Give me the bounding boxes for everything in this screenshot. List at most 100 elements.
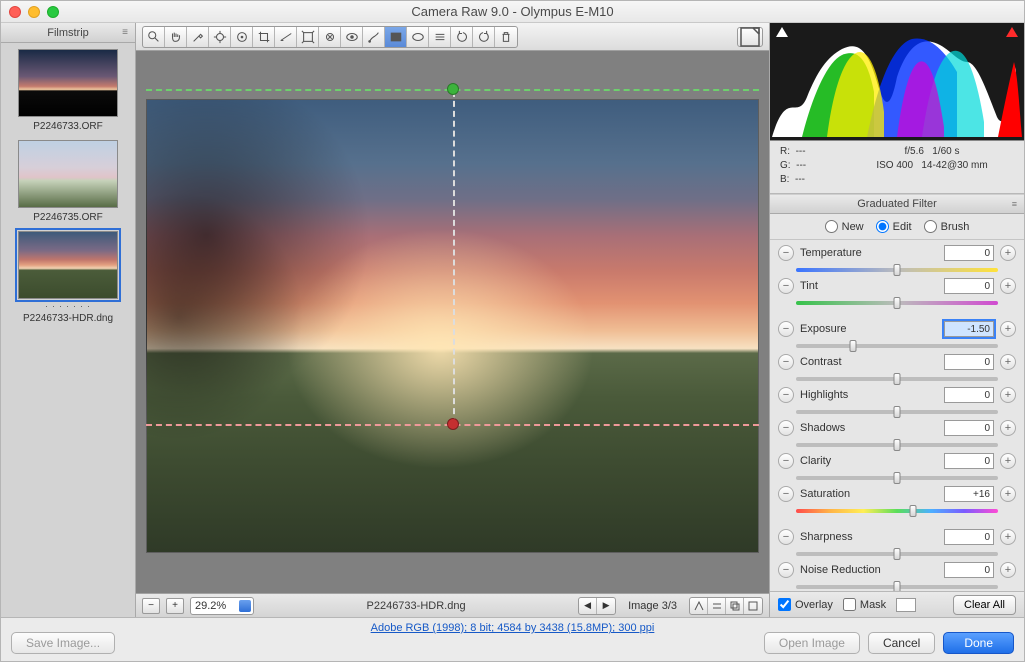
zoom-level-select[interactable]: 29.2%: [190, 597, 254, 615]
zoom-in-button[interactable]: +: [166, 598, 184, 614]
increase-button[interactable]: +: [1000, 387, 1016, 403]
increase-button[interactable]: +: [1000, 486, 1016, 502]
bottom-bar: Adobe RGB (1998); 8 bit; 4584 by 3438 (1…: [1, 617, 1024, 661]
slider-track[interactable]: [796, 265, 998, 275]
spot-tool[interactable]: [319, 27, 341, 47]
decrease-button[interactable]: −: [778, 453, 794, 469]
slider-label: Tint: [800, 280, 944, 292]
increase-button[interactable]: +: [1000, 420, 1016, 436]
panel-menu-icon[interactable]: ≡: [1012, 199, 1018, 209]
image-nav: ◀ ▶: [578, 597, 616, 615]
rotate-cw-tool[interactable]: [473, 27, 495, 47]
crop-tool[interactable]: [253, 27, 275, 47]
decrease-button[interactable]: −: [778, 278, 794, 294]
target-adjust-tool[interactable]: [231, 27, 253, 47]
gradient-handle-start[interactable]: [447, 83, 459, 95]
slider-value-input[interactable]: 0: [944, 245, 994, 261]
increase-button[interactable]: +: [1000, 562, 1016, 578]
filmstrip-thumb[interactable]: P2246735.ORF: [12, 140, 124, 223]
decrease-button[interactable]: −: [778, 354, 794, 370]
decrease-button[interactable]: −: [778, 245, 794, 261]
mode-brush[interactable]: Brush: [924, 220, 970, 233]
rotate-ccw-tool[interactable]: [451, 27, 473, 47]
slider-label: Sharpness: [800, 531, 944, 543]
increase-button[interactable]: +: [1000, 321, 1016, 337]
slider-track[interactable]: [796, 506, 998, 516]
fullscreen-button[interactable]: [737, 27, 763, 47]
swap-icon[interactable]: [708, 598, 726, 614]
slider-temperature: − Temperature 0 +: [770, 242, 1024, 275]
hand-tool[interactable]: [165, 27, 187, 47]
increase-button[interactable]: +: [1000, 245, 1016, 261]
preview-filename: P2246733-HDR.dng: [260, 600, 572, 612]
slider-track[interactable]: [796, 341, 998, 351]
increase-button[interactable]: +: [1000, 278, 1016, 294]
mode-new[interactable]: New: [825, 220, 864, 233]
clear-all-button[interactable]: Clear All: [953, 595, 1016, 615]
slider-value-input[interactable]: 0: [944, 420, 994, 436]
filmstrip-thumb[interactable]: . . . . . . .P2246733-HDR.dng: [12, 231, 124, 324]
decrease-button[interactable]: −: [778, 420, 794, 436]
slider-value-input[interactable]: 0: [944, 453, 994, 469]
filmstrip-thumb[interactable]: P2246733.ORF: [12, 49, 124, 132]
readout-r: ---: [796, 146, 806, 157]
thumb-meta: . . . . . . .: [12, 299, 124, 309]
eyedropper-whitebalance-tool[interactable]: [187, 27, 209, 47]
increase-button[interactable]: +: [1000, 354, 1016, 370]
slider-track[interactable]: [796, 374, 998, 384]
slider-value-input[interactable]: 0: [944, 387, 994, 403]
open-image-button[interactable]: Open Image: [764, 632, 860, 654]
thumb-image: [18, 49, 118, 117]
gradient-handle-end[interactable]: [447, 418, 459, 430]
slider-track[interactable]: [796, 549, 998, 559]
transform-tool[interactable]: [297, 27, 319, 47]
adjustment-brush-tool[interactable]: [363, 27, 385, 47]
before-after-icon[interactable]: [690, 598, 708, 614]
slider-track[interactable]: [796, 407, 998, 417]
mode-edit[interactable]: Edit: [876, 220, 912, 233]
prefs-tool[interactable]: [429, 27, 451, 47]
cancel-button[interactable]: Cancel: [868, 632, 935, 654]
slider-value-input[interactable]: -1.50: [944, 321, 994, 337]
increase-button[interactable]: +: [1000, 453, 1016, 469]
image-counter: Image 3/3: [622, 600, 683, 612]
slider-label: Highlights: [800, 389, 944, 401]
slider-label: Saturation: [800, 488, 944, 500]
view-mode-icon[interactable]: [744, 598, 762, 614]
slider-label: Noise Reduction: [800, 564, 944, 576]
overlay-checkbox[interactable]: Overlay: [778, 598, 833, 611]
color-sampler-tool[interactable]: [209, 27, 231, 47]
slider-track[interactable]: [796, 298, 998, 308]
zoom-out-button[interactable]: −: [142, 598, 160, 614]
decrease-button[interactable]: −: [778, 529, 794, 545]
done-button[interactable]: Done: [943, 632, 1014, 654]
histogram[interactable]: [770, 23, 1024, 141]
radial-filter-tool[interactable]: [407, 27, 429, 47]
slider-track[interactable]: [796, 473, 998, 483]
prev-image-button[interactable]: ◀: [579, 598, 597, 614]
redeye-tool[interactable]: [341, 27, 363, 47]
canvas-area[interactable]: [136, 51, 769, 593]
slider-value-input[interactable]: 0: [944, 278, 994, 294]
slider-value-input[interactable]: 0: [944, 562, 994, 578]
zoom-tool[interactable]: [143, 27, 165, 47]
mask-checkbox[interactable]: Mask: [843, 598, 886, 611]
decrease-button[interactable]: −: [778, 321, 794, 337]
save-image-button[interactable]: Save Image...: [11, 632, 115, 654]
copy-settings-icon[interactable]: [726, 598, 744, 614]
increase-button[interactable]: +: [1000, 529, 1016, 545]
slider-track[interactable]: [796, 440, 998, 450]
slider-track[interactable]: [796, 582, 998, 591]
graduated-filter-tool[interactable]: [385, 27, 407, 47]
decrease-button[interactable]: −: [778, 486, 794, 502]
slider-value-input[interactable]: 0: [944, 529, 994, 545]
slider-value-input[interactable]: +16: [944, 486, 994, 502]
mask-color-swatch[interactable]: [896, 598, 916, 612]
decrease-button[interactable]: −: [778, 387, 794, 403]
filmstrip-menu-icon[interactable]: ≡: [122, 27, 129, 38]
slider-value-input[interactable]: 0: [944, 354, 994, 370]
next-image-button[interactable]: ▶: [597, 598, 615, 614]
decrease-button[interactable]: −: [778, 562, 794, 578]
trash-tool[interactable]: [495, 27, 517, 47]
straighten-tool[interactable]: [275, 27, 297, 47]
